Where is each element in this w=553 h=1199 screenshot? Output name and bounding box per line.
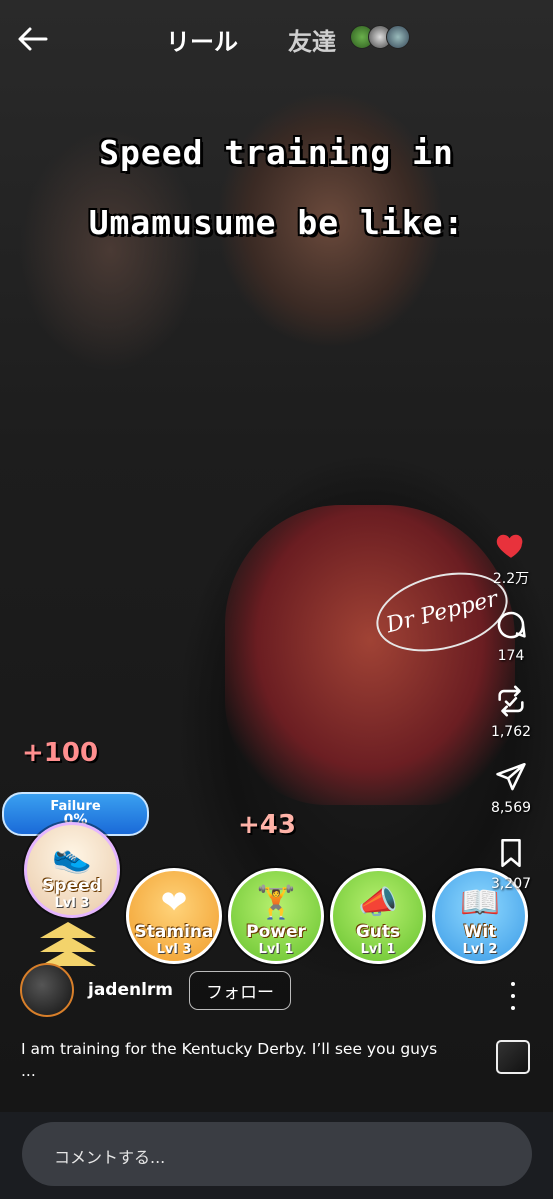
dot	[511, 1006, 515, 1010]
author-row: jadenlrm フォロー	[20, 962, 292, 1018]
share-count: 8,569	[490, 800, 532, 816]
video-caption-line1: Speed training in	[99, 133, 454, 172]
save-button[interactable]: 3,207	[491, 836, 531, 892]
training-speed: 👟 Speed Lvl 3	[24, 822, 120, 918]
stat-gain-text: +43	[238, 810, 296, 840]
top-bar: リール 友達	[0, 0, 553, 76]
audio-thumbnail[interactable]	[496, 1040, 530, 1074]
sneaker-icon: 👟	[52, 837, 92, 875]
megaphone-icon: 📣	[358, 883, 398, 921]
repost-count: 1,762	[490, 724, 532, 740]
training-level: Lvl 3	[156, 942, 192, 957]
heart-icon: ❤	[160, 883, 188, 921]
dot	[511, 982, 515, 986]
action-rail: 2.2万 174 1,762 8,569 3,207	[481, 528, 541, 912]
more-options-icon[interactable]	[506, 982, 520, 1010]
video-caption-line2: Umamusume be like:	[88, 203, 465, 242]
training-guts: 📣 Guts Lvl 1	[330, 868, 426, 964]
bookmark-icon	[501, 838, 521, 868]
comment-button[interactable]: 174	[494, 608, 528, 664]
training-name: Wit	[463, 922, 497, 942]
speed-gain-text: +100	[22, 738, 99, 768]
avatar[interactable]	[20, 963, 74, 1017]
comment-bubble-icon	[497, 611, 526, 639]
training-name: Stamina	[134, 922, 214, 942]
like-count: 2.2万	[492, 571, 530, 587]
tab-reels[interactable]: リール	[166, 22, 238, 57]
failure-label: Failure	[50, 798, 101, 814]
like-button[interactable]: 2.2万	[493, 528, 529, 588]
description-more[interactable]: ...	[21, 1060, 481, 1082]
training-name: Speed	[42, 876, 102, 896]
comment-placeholder: コメントする...	[54, 1148, 166, 1167]
follow-button[interactable]: フォロー	[189, 970, 292, 1010]
friend-avatar	[386, 25, 410, 49]
reels-screen: Dr Pepper リール 友達 Speed training in Umamu…	[0, 0, 553, 1199]
comment-input[interactable]: コメントする...	[22, 1122, 532, 1186]
repost-icon	[498, 685, 524, 717]
repost-button[interactable]: 1,762	[491, 684, 531, 740]
training-level: Lvl 1	[360, 942, 396, 957]
heart-filled-icon	[496, 534, 523, 558]
training-name: Power	[246, 922, 306, 942]
training-level: Lvl 1	[258, 942, 294, 957]
arrow-left-icon[interactable]	[16, 22, 50, 56]
friend-avatars[interactable]	[350, 25, 410, 49]
dot	[511, 994, 515, 998]
description-text: I am training for the Kentucky Derby. I’…	[21, 1040, 438, 1058]
save-count: 3,207	[490, 876, 532, 892]
username[interactable]: jadenlrm	[88, 980, 173, 1000]
training-power: 🏋 Power Lvl 1	[228, 868, 324, 964]
share-button[interactable]: 8,569	[491, 760, 531, 816]
training-level: Lvl 2	[462, 942, 498, 957]
shirt-graphic	[225, 505, 515, 805]
training-name: Guts	[355, 922, 401, 942]
training-level: Lvl 3	[54, 896, 90, 911]
tab-friends[interactable]: 友達	[288, 22, 336, 57]
level-up-chevrons	[40, 922, 96, 966]
dumbbell-icon: 🏋	[256, 883, 296, 921]
training-stamina: ❤ Stamina Lvl 3	[126, 868, 222, 964]
comment-count: 174	[497, 648, 525, 664]
paper-plane-icon	[496, 762, 526, 791]
post-description[interactable]: I am training for the Kentucky Derby. I’…	[21, 1038, 481, 1082]
